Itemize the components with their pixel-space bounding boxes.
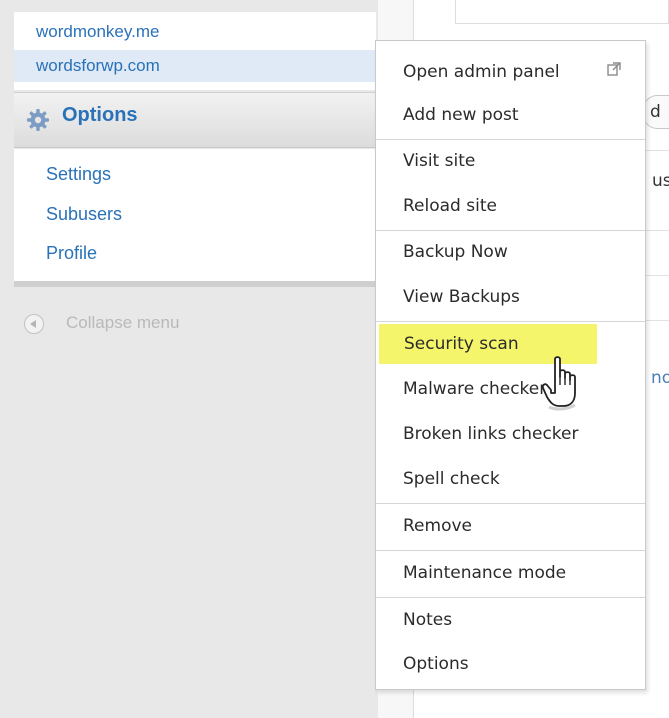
site-item-wordmonkey[interactable]: wordmonkey.me (14, 16, 376, 48)
menu-item-reload-site[interactable]: Reload site (378, 186, 643, 226)
menu-separator (376, 321, 645, 322)
menu-item-visit-site[interactable]: Visit site (378, 141, 643, 181)
gear-icon (27, 109, 49, 131)
menu-item-notes[interactable]: Notes (378, 600, 643, 640)
menu-item-view-backups[interactable]: View Backups (378, 277, 643, 317)
options-title: Options (62, 104, 138, 126)
collapse-menu-link[interactable]: Collapse menu (66, 313, 179, 333)
site-item-wordsforwp[interactable]: wordsforwp.com (14, 50, 376, 82)
menu-item-options[interactable]: Options (378, 644, 643, 684)
background-divider (645, 230, 669, 231)
menu-item-add-new-post[interactable]: Add new post (378, 95, 643, 135)
background-divider (645, 320, 669, 321)
menu-item-maintenance-mode[interactable]: Maintenance mode (378, 553, 643, 593)
menu-item-spell-check[interactable]: Spell check (378, 459, 643, 499)
background-text-partial: us (652, 171, 669, 191)
menu-item-backup-now[interactable]: Backup Now (378, 232, 643, 272)
background-divider (645, 150, 669, 151)
menu-item-open-admin-panel[interactable]: Open admin panel (378, 52, 643, 92)
menu-separator (376, 550, 645, 551)
menu-separator (376, 503, 645, 504)
menu-separator (376, 597, 645, 598)
background-link-partial: no (651, 368, 669, 388)
menu-separator (376, 230, 645, 231)
profile-link[interactable]: Profile (46, 243, 97, 264)
subusers-link[interactable]: Subusers (46, 204, 122, 225)
hand-pointer-cursor-icon (541, 356, 576, 411)
menu-separator (376, 139, 645, 140)
settings-link[interactable]: Settings (46, 164, 111, 185)
menu-item-broken-links-checker[interactable]: Broken links checker (378, 414, 643, 454)
collapse-arrow-icon[interactable] (24, 314, 44, 334)
background-divider (645, 275, 669, 276)
background-button-partial: d (643, 95, 669, 129)
main-top-box (455, 0, 669, 24)
menu-item-malware-checker[interactable]: Malware checker (378, 369, 643, 409)
external-link-icon (607, 62, 621, 76)
menu-item-remove[interactable]: Remove (378, 506, 643, 546)
